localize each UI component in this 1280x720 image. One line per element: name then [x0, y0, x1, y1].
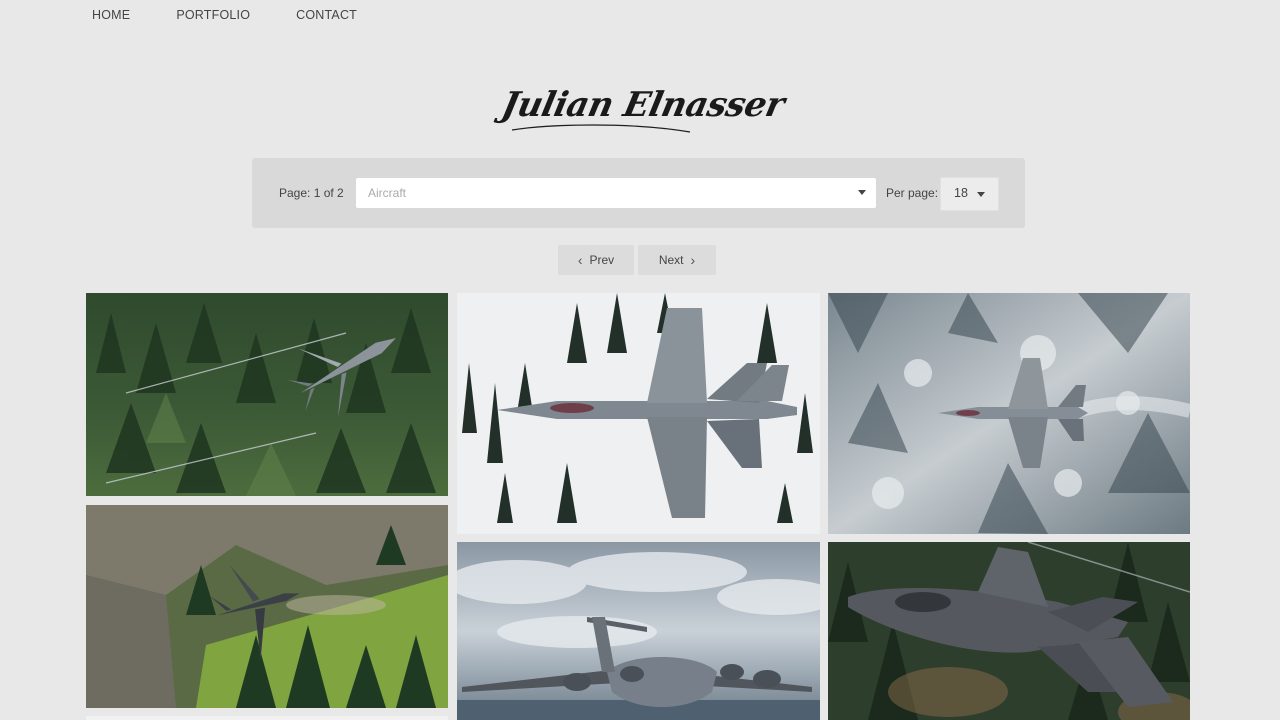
chevron-left-icon: ‹: [577, 252, 583, 268]
prev-label: Prev: [589, 253, 615, 267]
per-page-label: Per page:: [886, 186, 939, 200]
main-nav: HOME PORTFOLIO CONTACT: [92, 8, 403, 22]
logo-text: Julian Elnasser: [492, 85, 790, 125]
jet-snowy-cliff-image: [828, 293, 1190, 534]
category-placeholder: Aircraft: [368, 186, 407, 200]
stealth-jet-image: [828, 542, 1190, 720]
nav-portfolio-link[interactable]: PORTFOLIO: [176, 8, 250, 22]
nav-contact-link[interactable]: CONTACT: [296, 8, 357, 22]
pager: ‹ Prev Next ›: [558, 245, 716, 275]
transport-plane-image: [457, 542, 820, 720]
next-label: Next: [658, 253, 684, 267]
per-page-dropdown[interactable]: 18: [940, 177, 999, 211]
caret-down-icon: [977, 192, 985, 197]
gallery-photo[interactable]: [86, 293, 448, 496]
signature-logo[interactable]: Julian Elnasser: [0, 72, 1280, 142]
gallery-photo[interactable]: [828, 293, 1190, 534]
caret-down-icon: [858, 190, 866, 195]
nav-home-link[interactable]: HOME: [92, 8, 130, 22]
page-info: Page: 1 of 2: [279, 186, 344, 200]
gallery-photo[interactable]: [86, 505, 448, 708]
prev-button[interactable]: ‹ Prev: [558, 245, 634, 275]
chevron-right-icon: ›: [690, 252, 696, 268]
gallery-photo[interactable]: [828, 542, 1190, 720]
gallery-photo[interactable]: [457, 293, 820, 534]
per-page-value: 18: [954, 186, 968, 200]
logo-signature-graphic: Julian Elnasser: [492, 85, 790, 133]
gallery-photo[interactable]: [457, 542, 820, 720]
jet-forest-image: [86, 293, 448, 496]
jet-snow-image: [457, 293, 820, 534]
category-dropdown[interactable]: Aircraft: [356, 178, 876, 208]
filter-bar: Page: 1 of 2 Aircraft Per page: 18: [252, 158, 1025, 228]
next-button[interactable]: Next ›: [638, 245, 716, 275]
gallery-photo-partial[interactable]: [86, 716, 448, 720]
jet-valley-image: [86, 505, 448, 708]
